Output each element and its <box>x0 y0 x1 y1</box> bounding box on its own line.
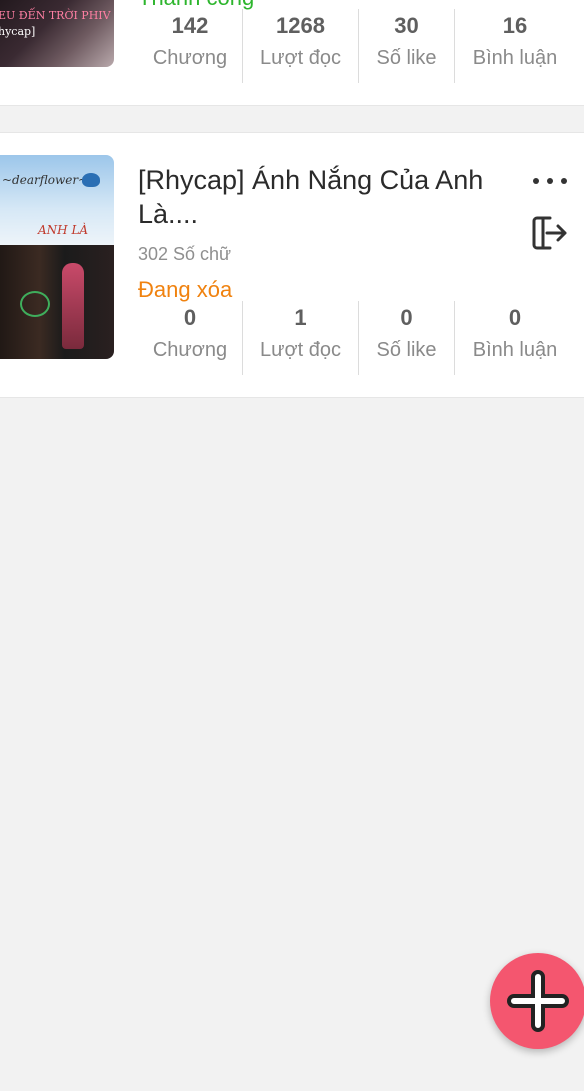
cover-photo <box>0 245 114 359</box>
stat-value: 0 <box>183 305 197 330</box>
stat-reads: 1 Lượt đọc <box>242 301 358 375</box>
story-card[interactable]: EU ĐẾN TRỜI PHIV hycap] Thành công 142 C… <box>0 0 584 106</box>
stat-reads: 1268 Lượt đọc <box>242 9 358 83</box>
cover-text: ~dearflower~ <box>2 173 89 187</box>
stat-value: 1268 <box>276 13 325 38</box>
stat-comments: 0 Bình luận <box>454 301 575 375</box>
story-cover-image[interactable]: EU ĐẾN TRỜI PHIV hycap] <box>0 0 114 67</box>
stat-label: Lượt đọc <box>260 47 341 69</box>
cover-figure <box>62 263 84 349</box>
stat-label: Số like <box>376 339 437 361</box>
word-count: 302 Số chữ <box>138 244 232 264</box>
stat-value: 1 <box>294 305 307 330</box>
stat-value: 0 <box>400 305 413 330</box>
exit-icon <box>532 216 567 250</box>
stat-likes: 0 Số like <box>358 301 454 375</box>
story-status: Đang xóa <box>138 277 233 302</box>
story-card[interactable]: ~dearflower~ ANH LÀ [Rhycap] Ánh Nắng Củ… <box>0 132 584 398</box>
story-stats: 0 Chương 1 Lượt đọc 0 Số like 0 Bình luậ… <box>138 301 584 375</box>
stat-label: Chương <box>152 47 228 69</box>
more-dots-icon <box>533 178 539 184</box>
cover-sky: ~dearflower~ ANH LÀ <box>0 155 114 245</box>
exit-button[interactable] <box>530 215 570 251</box>
heart-cloud-icon <box>82 173 100 187</box>
stat-likes: 30 Số like <box>358 9 454 83</box>
more-dots-icon <box>561 178 567 184</box>
add-story-button[interactable] <box>490 953 584 1049</box>
stat-chapters: 0 Chương <box>138 301 242 375</box>
story-stats: 142 Chương 1268 Lượt đọc 30 Số like 16 B… <box>138 9 584 83</box>
stat-label: Số like <box>376 47 437 69</box>
stat-label: Bình luận <box>472 47 558 69</box>
cover-text: EU ĐẾN TRỜI PHIV <box>0 9 111 22</box>
stat-value: 16 <box>502 13 528 38</box>
more-dots-icon <box>547 178 553 184</box>
heart-icon <box>20 291 50 317</box>
plus-icon <box>507 970 569 1032</box>
stat-value: 0 <box>508 305 522 330</box>
cover-text: hycap] <box>0 25 36 38</box>
cover-text: ANH LÀ <box>38 223 89 237</box>
stat-value: 142 <box>171 13 209 38</box>
story-title[interactable]: [Rhycap] Ánh Nắng Của Anh Là.... <box>138 163 508 231</box>
stat-label: Chương <box>152 339 228 361</box>
story-cover-image[interactable]: ~dearflower~ ANH LÀ <box>0 155 114 359</box>
stat-comments: 16 Bình luận <box>454 9 575 83</box>
stat-value: 30 <box>394 13 419 38</box>
stat-label: Lượt đọc <box>260 339 341 361</box>
more-options-button[interactable] <box>530 167 570 195</box>
stat-label: Bình luận <box>472 339 558 361</box>
stat-chapters: 142 Chương <box>138 9 242 83</box>
